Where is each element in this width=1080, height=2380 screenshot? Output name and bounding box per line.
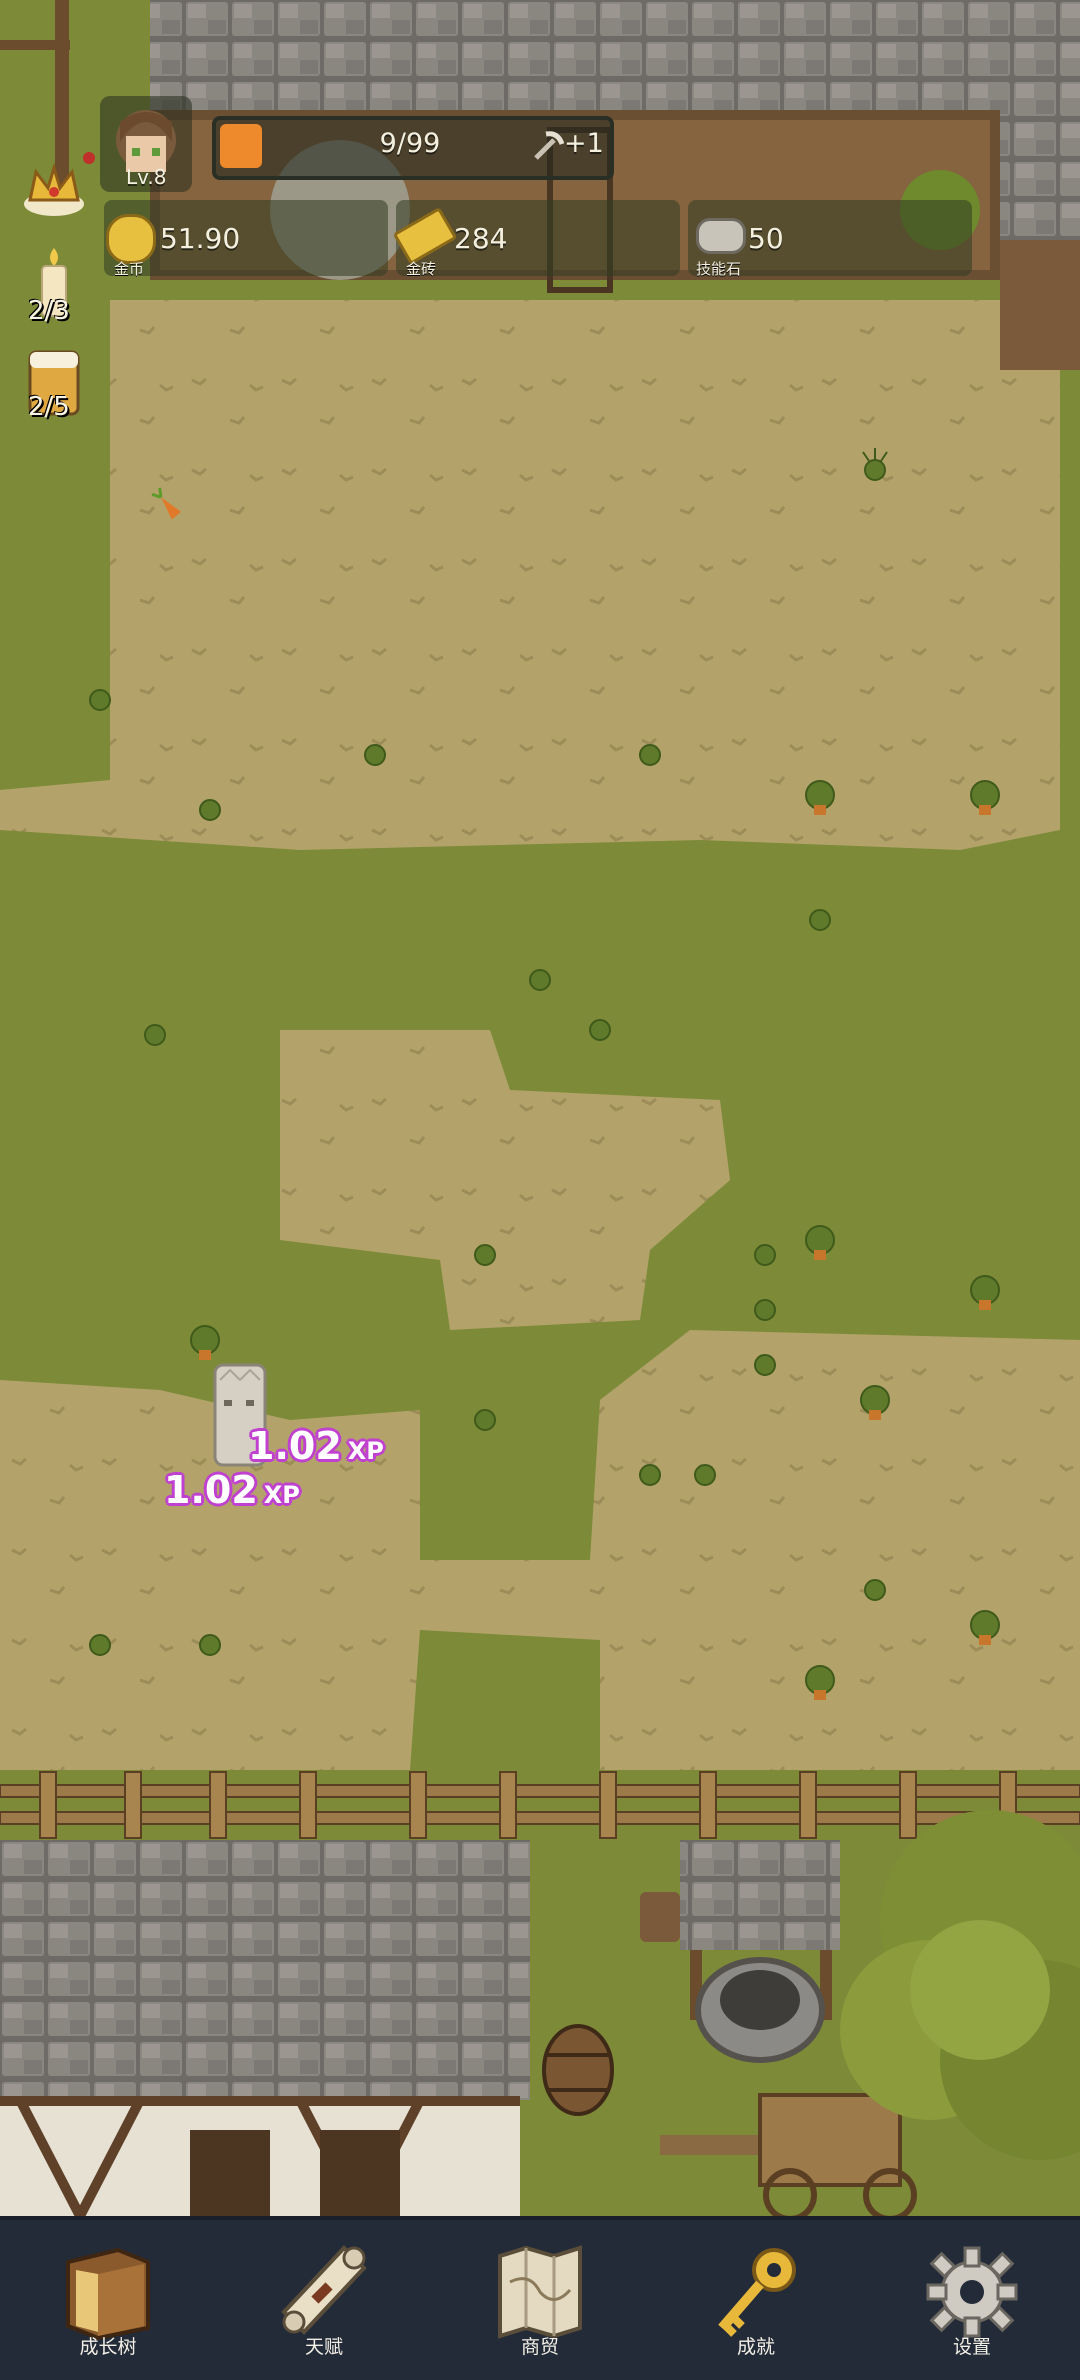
xp-popup: 1.02 XP (248, 1424, 384, 1468)
progress-fill (220, 124, 262, 168)
progress-bonus: +1 (564, 128, 604, 159)
nav-talent[interactable]: 天赋 (216, 2220, 432, 2380)
nav-achievement[interactable]: 成就 (648, 2220, 864, 2380)
xp-value: 1.02 (248, 1424, 342, 1468)
dirt-field (0, 300, 1060, 850)
skill-stone-resource[interactable]: 50 技能石 (688, 200, 972, 278)
coin-label: 金币 (114, 260, 145, 278)
brick-resource[interactable]: 284 金砖 (392, 200, 680, 278)
brick-value: 284 (454, 222, 508, 255)
coin-resource[interactable]: 51.90 金币 (104, 200, 388, 278)
nav-growth-tree[interactable]: 成长树 (0, 2220, 216, 2380)
bottom-nav: 成长树 天赋 商贸 成就 设置 (0, 2216, 1080, 2380)
nav-label: 天赋 (304, 2336, 343, 2358)
coin-value: 51.90 (160, 222, 241, 255)
nav-label: 成就 (736, 2336, 775, 2358)
xp-unit: XP (347, 1437, 384, 1465)
stone-value: 50 (748, 222, 784, 255)
barrel (542, 2024, 614, 2116)
nav-label: 商贸 (520, 2336, 559, 2358)
xp-unit: XP (263, 1481, 300, 1509)
ale-count: 2/5 (28, 392, 70, 422)
nav-trade[interactable]: 商贸 (432, 2220, 648, 2380)
xp-popup: 1.02 XP (164, 1468, 300, 1512)
pickaxe-icon (530, 128, 565, 162)
stone-label: 技能石 (696, 260, 742, 278)
player-level: Lv.8 (126, 165, 167, 189)
nav-label: 成长树 (79, 2336, 137, 2358)
game-map[interactable] (0, 0, 1080, 2376)
gold-bar-icon (392, 206, 458, 266)
nav-settings[interactable]: 设置 (864, 2220, 1080, 2380)
key-icon (706, 2242, 806, 2342)
book-icon (58, 2242, 158, 2342)
map-icon (490, 2242, 590, 2342)
skill-stone-icon (696, 218, 746, 254)
crown-icon[interactable] (20, 160, 88, 220)
nav-label: 设置 (952, 2336, 991, 2358)
gold-coin-icon (106, 214, 156, 264)
gear-icon (922, 2242, 1022, 2342)
candle-count: 2/3 (28, 296, 70, 326)
house-bottom (0, 1840, 530, 2219)
brick-label: 金砖 (406, 260, 437, 278)
progress-text: 9/99 (379, 128, 441, 159)
xp-value: 1.02 (164, 1468, 258, 1512)
scroll-icon (274, 2242, 374, 2342)
